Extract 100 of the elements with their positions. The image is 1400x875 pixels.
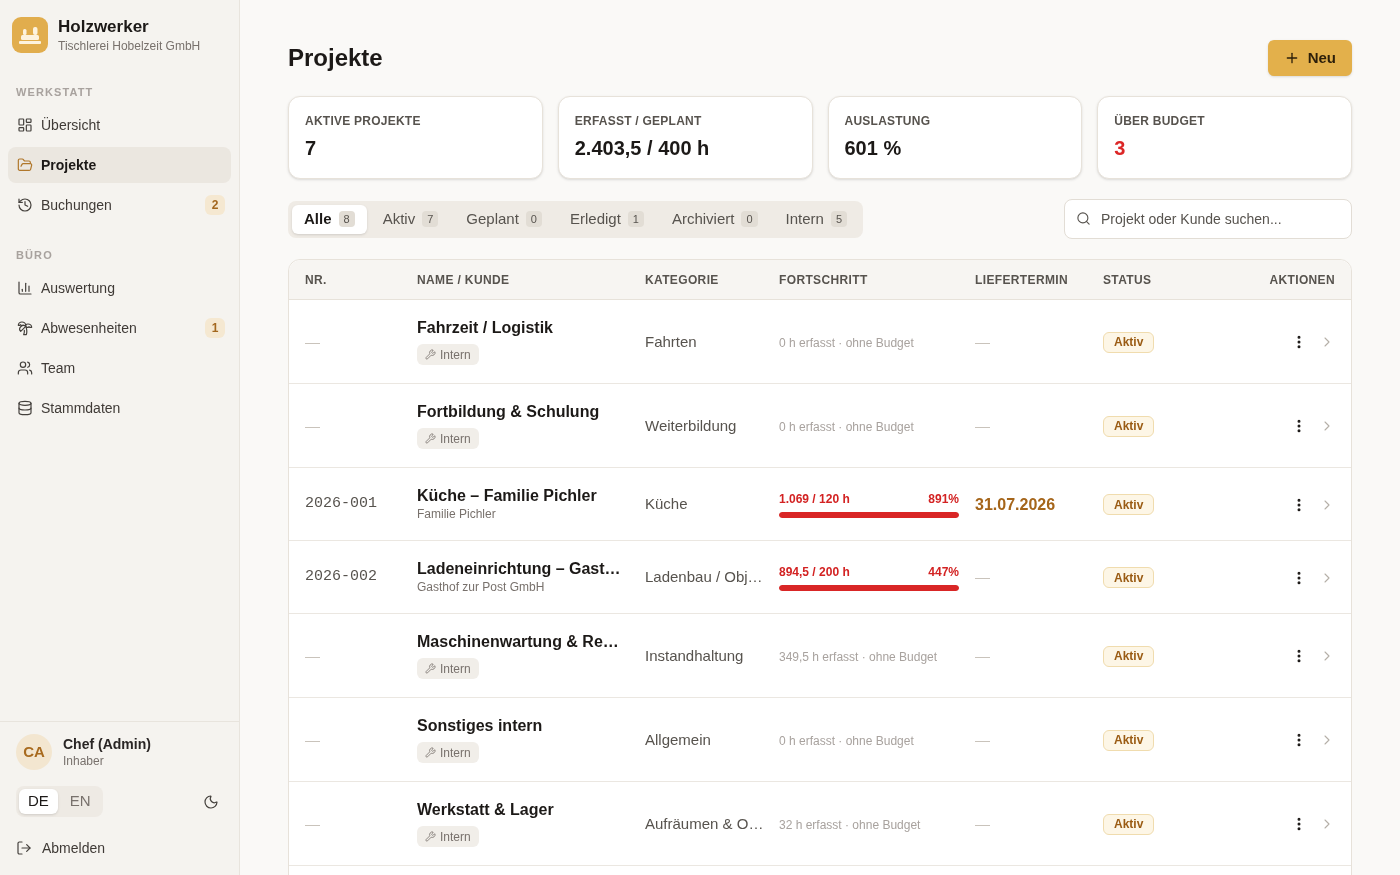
nav-item[interactable]: Buchungen 2: [8, 187, 231, 223]
wrench-icon: [425, 433, 436, 444]
column-header: NR.: [305, 271, 328, 289]
project-number: —: [305, 729, 321, 750]
language-option[interactable]: EN: [60, 789, 100, 814]
tag-text: Intern: [440, 744, 471, 762]
deadline-text: —: [975, 567, 991, 588]
project-name: Sonstiges intern: [417, 717, 544, 735]
nav-item[interactable]: Auswertung: [8, 270, 231, 306]
category-text: Aufräumen & O…: [645, 813, 765, 834]
project-number: —: [305, 645, 321, 666]
database-icon: [17, 400, 33, 416]
page-title: Projekte: [288, 43, 383, 73]
category-text: Fahrten: [645, 331, 698, 352]
project-number: —: [305, 415, 321, 436]
moon-icon: [203, 793, 219, 810]
column-header: LIEFERTERMIN: [975, 271, 1069, 289]
deadline-text: —: [975, 645, 991, 666]
status-badge: Aktiv: [1103, 645, 1155, 667]
count-badge: 1: [627, 211, 644, 227]
percent-text: 891%: [928, 491, 959, 507]
user-name: Chef (Admin): [63, 735, 151, 753]
stat-label: ÜBER BUDGET: [1114, 113, 1206, 129]
nav-item[interactable]: Projekte: [8, 147, 231, 183]
progress-text: 0 h erfasst · ohne Budget: [779, 420, 914, 434]
stat-value: 7: [305, 136, 318, 161]
count-badge: 1: [205, 318, 225, 338]
column-header: KATEGORIE: [645, 271, 720, 289]
project-name: Fahrzeit / Logistik: [417, 319, 554, 337]
nav-section-label: BÜRO: [15, 248, 54, 263]
filter-tab[interactable]: Geplant 0: [454, 204, 554, 234]
brand-name: Holzwerker: [58, 16, 150, 38]
filter-tab[interactable]: Archiviert 0: [659, 204, 770, 234]
column-header: NAME / KUNDE: [417, 271, 511, 289]
wrench-icon: [425, 349, 436, 360]
category-text: Instandhaltung: [645, 645, 745, 666]
stat-value: 2.403,5 / 400 h: [574, 136, 711, 161]
logout-icon: [16, 840, 32, 856]
stat-label: ERFASST / GEPLANT: [574, 113, 703, 129]
column-header: FORTSCHRITT: [779, 271, 869, 289]
count-badge: 0: [741, 211, 758, 227]
project-name: Fortbildung & Schulung: [417, 403, 601, 421]
filter-tab[interactable]: Erledigt 1: [557, 204, 656, 234]
project-number: —: [305, 331, 321, 352]
progress-text: 349,5 h erfasst · ohne Budget: [779, 650, 938, 664]
percent-text: 447%: [928, 564, 959, 580]
language-option[interactable]: DE: [19, 789, 58, 814]
status-badge: Aktiv: [1103, 415, 1155, 437]
new-button[interactable]: Neu: [1267, 40, 1352, 76]
count-badge: 0: [525, 211, 542, 227]
status-badge: Aktiv: [1103, 567, 1155, 588]
category-text: Ladenbau / Obj…: [645, 567, 764, 588]
stat-label: AUSLASTUNG: [844, 113, 932, 129]
status-badge: Aktiv: [1103, 331, 1155, 353]
filter-tab[interactable]: Aktiv 7: [370, 204, 451, 234]
client-name: Gasthof zur Post GmbH: [417, 579, 546, 595]
tag-text: Intern: [440, 828, 471, 846]
bar-chart-icon: [17, 280, 33, 296]
status-badge: Aktiv: [1103, 729, 1155, 751]
hours-text: 894,5 / 200 h: [779, 564, 850, 580]
project-number: 2026-001: [305, 494, 378, 515]
deadline-text: —: [975, 813, 991, 834]
filter-tab[interactable]: Alle 8: [292, 204, 367, 234]
filter-tab[interactable]: Intern 5: [773, 204, 860, 234]
project-number: —: [305, 813, 321, 834]
deadline-text: —: [975, 415, 991, 436]
logo-icon: [12, 17, 48, 53]
history-icon: [17, 197, 33, 213]
hours-text: 1.069 / 120 h: [779, 491, 850, 507]
deadline-text: 31.07.2026: [975, 494, 1057, 515]
client-name: Familie Pichler: [417, 506, 497, 522]
wrench-icon: [425, 831, 436, 842]
users-icon: [17, 360, 33, 376]
search-icon: [1076, 211, 1091, 226]
project-name: Werkstatt & Lager: [417, 801, 555, 819]
palm-tree-icon: [17, 320, 33, 336]
tag-text: Intern: [440, 346, 471, 364]
count-badge: 2: [205, 195, 225, 215]
folder-icon: [17, 157, 33, 173]
deadline-text: —: [975, 729, 991, 750]
nav-item[interactable]: Stammdaten: [8, 390, 231, 426]
count-badge: 7: [422, 211, 439, 227]
count-badge: 8: [338, 211, 355, 227]
stat-value: 601 %: [844, 136, 903, 161]
user-avatar: CA: [16, 734, 52, 770]
status-badge: Aktiv: [1103, 813, 1155, 835]
nav-item[interactable]: Übersicht: [8, 107, 231, 143]
column-header: STATUS: [1103, 271, 1153, 289]
tag-text: Intern: [440, 660, 471, 678]
category-text: Allgemein: [645, 729, 712, 750]
nav-item[interactable]: Team: [8, 350, 231, 386]
nav-item[interactable]: Abwesenheiten 1: [8, 310, 231, 346]
project-number: 2026-002: [305, 567, 378, 588]
search-field[interactable]: Projekt oder Kunde suchen...: [1064, 199, 1352, 239]
category-text: Küche: [645, 494, 689, 515]
stat-label: AKTIVE PROJEKTE: [305, 113, 422, 129]
logout-link[interactable]: Abmelden: [16, 830, 223, 866]
project-name: Maschinenwartung & Re…: [417, 633, 620, 651]
dashboard-icon: [17, 117, 33, 133]
stat-value: 3: [1114, 136, 1127, 161]
